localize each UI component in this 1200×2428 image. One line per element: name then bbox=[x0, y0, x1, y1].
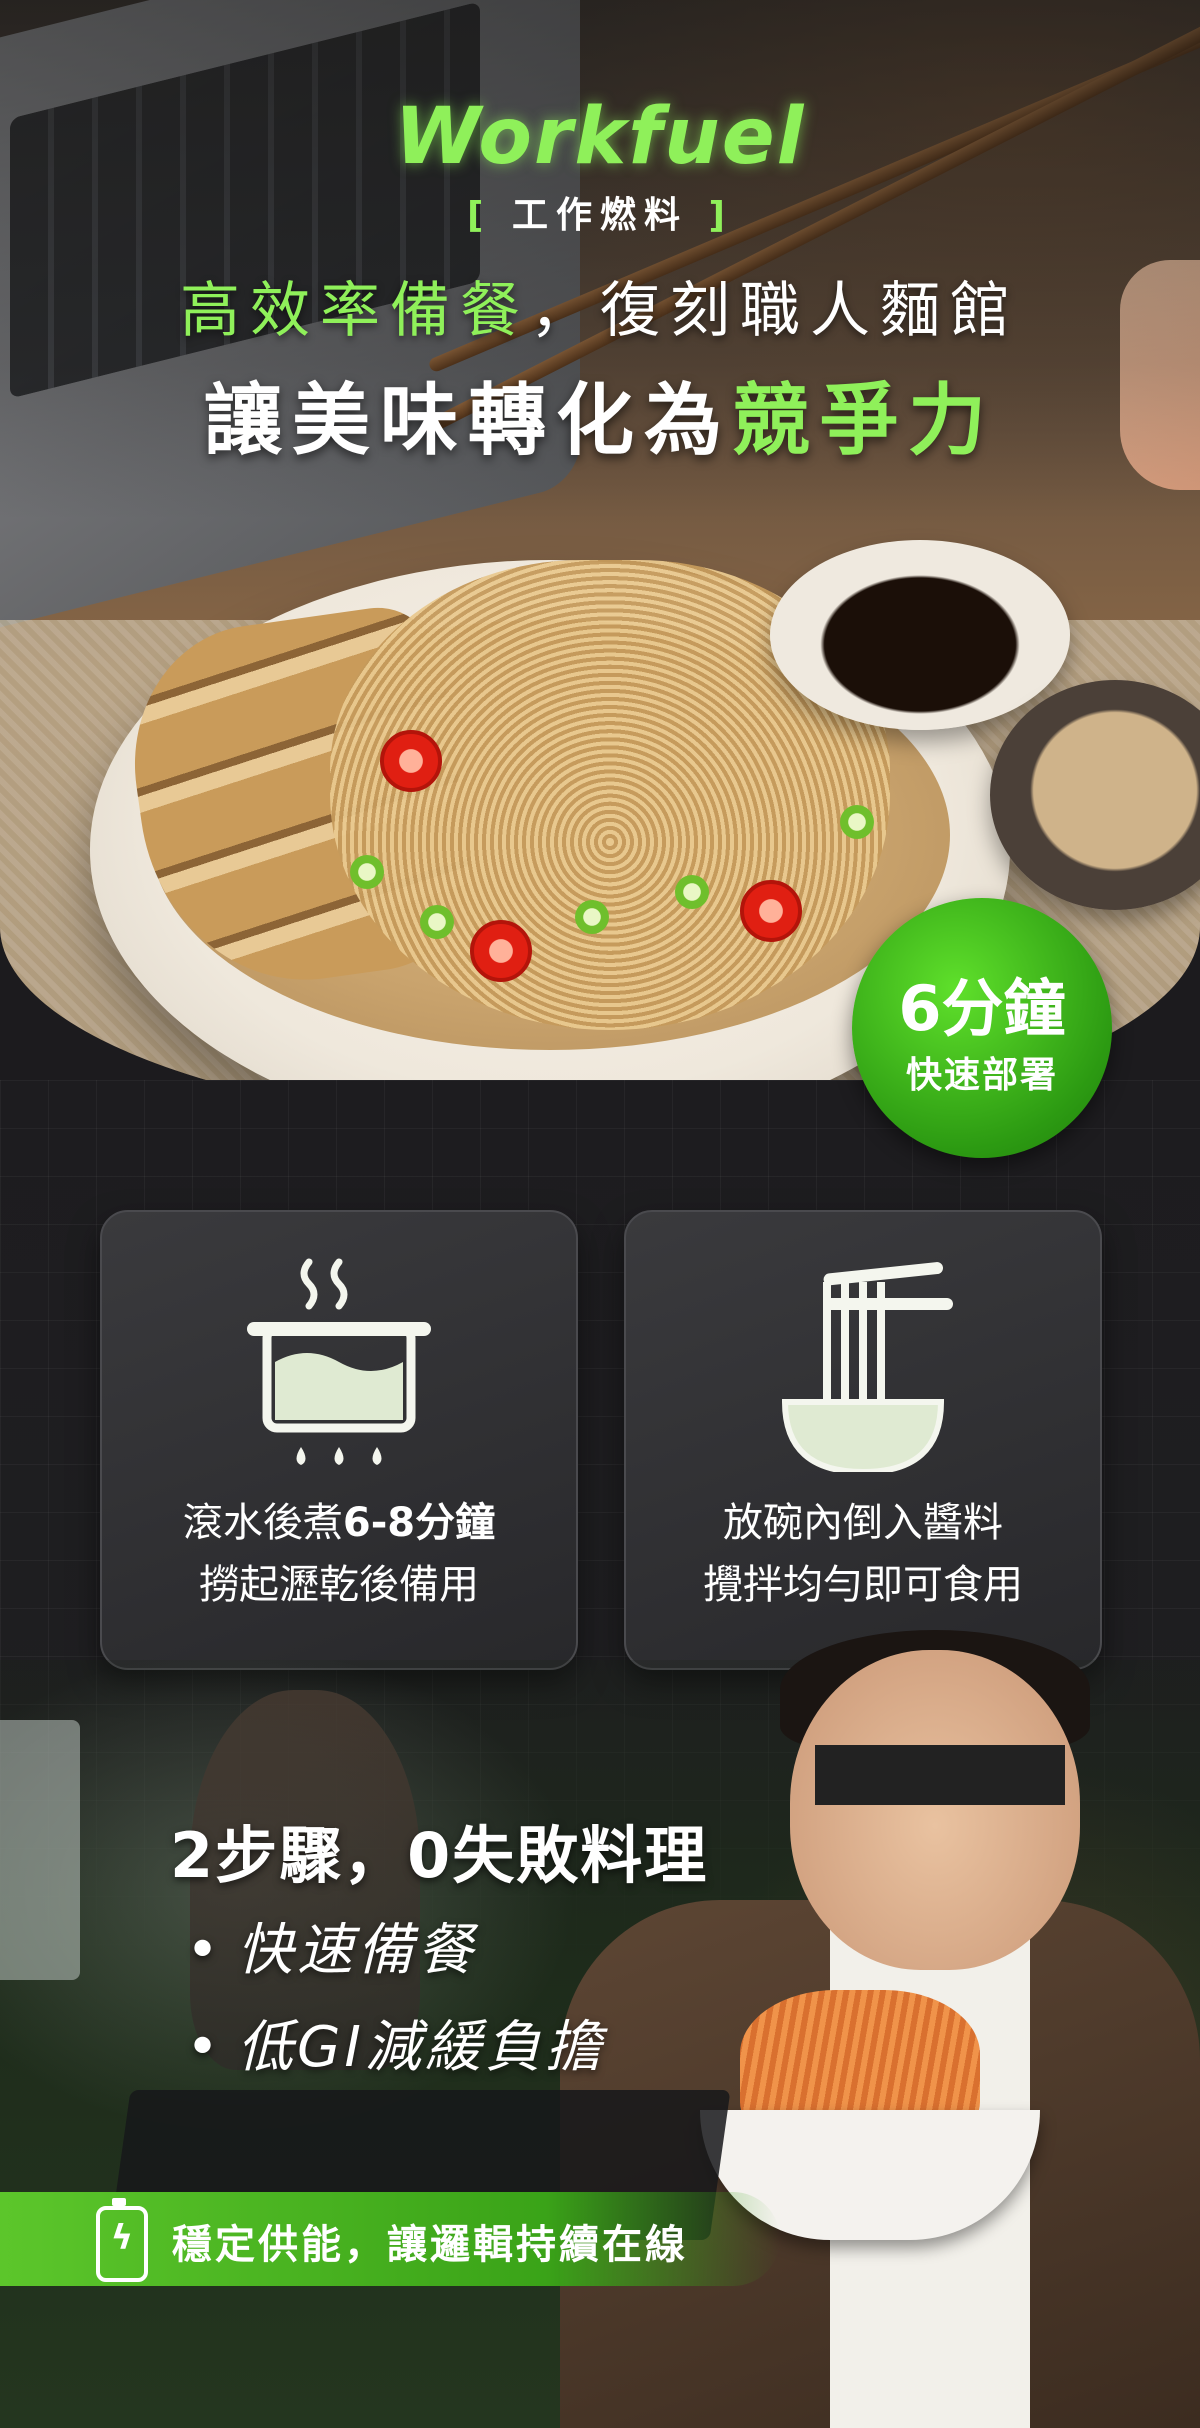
summary-bullet: • 快速備餐 bbox=[186, 1905, 477, 1986]
brand-subtitle-text: 工作燃料 bbox=[511, 195, 688, 236]
headline-line2: 讓美味轉化為競爭力 bbox=[0, 358, 1200, 470]
step-1-line1-prefix: 滾水後煮 bbox=[182, 1500, 343, 1546]
headline-line1-rest: ，復刻職人麵館 bbox=[530, 276, 1020, 346]
boiling-pot-icon bbox=[247, 1258, 431, 1465]
headline-line2-white: 讓美味轉化為 bbox=[203, 376, 732, 466]
bracket-right: ] bbox=[708, 195, 733, 236]
headline-line1-green: 高效率備餐 bbox=[180, 276, 530, 346]
step-2-line2: 攪拌均勻即可食用 bbox=[703, 1562, 1023, 1608]
headline-line1: 高效率備餐，復刻職人麵館 bbox=[0, 262, 1200, 349]
step-1-text: 滾水後煮6-8分鐘 撈起瀝乾後備用 bbox=[102, 1492, 576, 1616]
chili-slice bbox=[470, 920, 532, 982]
time-badge: 6分鐘 快速部署 bbox=[852, 898, 1112, 1158]
battery-bolt-icon: ϟ bbox=[96, 2198, 148, 2282]
step-2-line1: 放碗內倒入醬料 bbox=[723, 1500, 1003, 1546]
sauce-dish-image bbox=[770, 540, 1070, 730]
chili-slice bbox=[380, 730, 442, 792]
product-page: Workfuel [ 工作燃料 ] 高效率備餐，復刻職人麵館 讓美味轉化為競爭力… bbox=[0, 0, 1200, 2428]
bullet-dot-icon: • bbox=[186, 2015, 224, 2080]
summary-bullet: • 低GI減緩負擔 bbox=[186, 2002, 605, 2083]
summary-title: 2步驟，0失敗料理 bbox=[170, 1819, 709, 1892]
step-card-boil: 滾水後煮6-8分鐘 撈起瀝乾後備用 bbox=[100, 1210, 578, 1670]
badge-time: 6分鐘 bbox=[898, 972, 1066, 1045]
step-1-line1-strong: 6-8分鐘 bbox=[342, 1500, 496, 1546]
step-1-line1: 滾水後煮6-8分鐘 bbox=[102, 1492, 576, 1554]
man-face-image bbox=[790, 1650, 1080, 1970]
scallion-piece bbox=[675, 875, 709, 909]
scallion-piece bbox=[575, 900, 609, 934]
brand-subtitle: [ 工作燃料 ] bbox=[0, 186, 1200, 238]
scallion-piece bbox=[840, 805, 874, 839]
monitor-image bbox=[0, 1720, 80, 1980]
brand-logo: Workfuel bbox=[394, 92, 806, 182]
step-2-text: 放碗內倒入醬料 攪拌均勻即可食用 bbox=[626, 1492, 1100, 1616]
scallion-piece bbox=[420, 905, 454, 939]
headline-line2-green: 競爭力 bbox=[732, 376, 997, 466]
summary-bullet-text: 低GI減緩負擔 bbox=[237, 2015, 605, 2080]
banner-text: 穩定供能，讓邏輯持續在線 bbox=[172, 2222, 688, 2268]
step-card-mix: 放碗內倒入醬料 攪拌均勻即可食用 bbox=[624, 1210, 1102, 1670]
step-1-line2: 撈起瀝乾後備用 bbox=[199, 1562, 479, 1608]
glasses-image bbox=[815, 1745, 1065, 1805]
summary-bullet-text: 快速備餐 bbox=[237, 1918, 478, 1983]
badge-label: 快速部署 bbox=[905, 1055, 1058, 1096]
bullet-dot-icon: • bbox=[186, 1918, 224, 1983]
energy-banner: ϟ 穩定供能，讓邏輯持續在線 bbox=[0, 2192, 780, 2286]
noodle-bowl-icon bbox=[781, 1262, 953, 1472]
bracket-left: [ bbox=[466, 195, 492, 236]
bolt-glyph: ϟ bbox=[110, 2218, 134, 2258]
scallion-piece bbox=[350, 855, 384, 889]
chili-slice bbox=[740, 880, 802, 942]
